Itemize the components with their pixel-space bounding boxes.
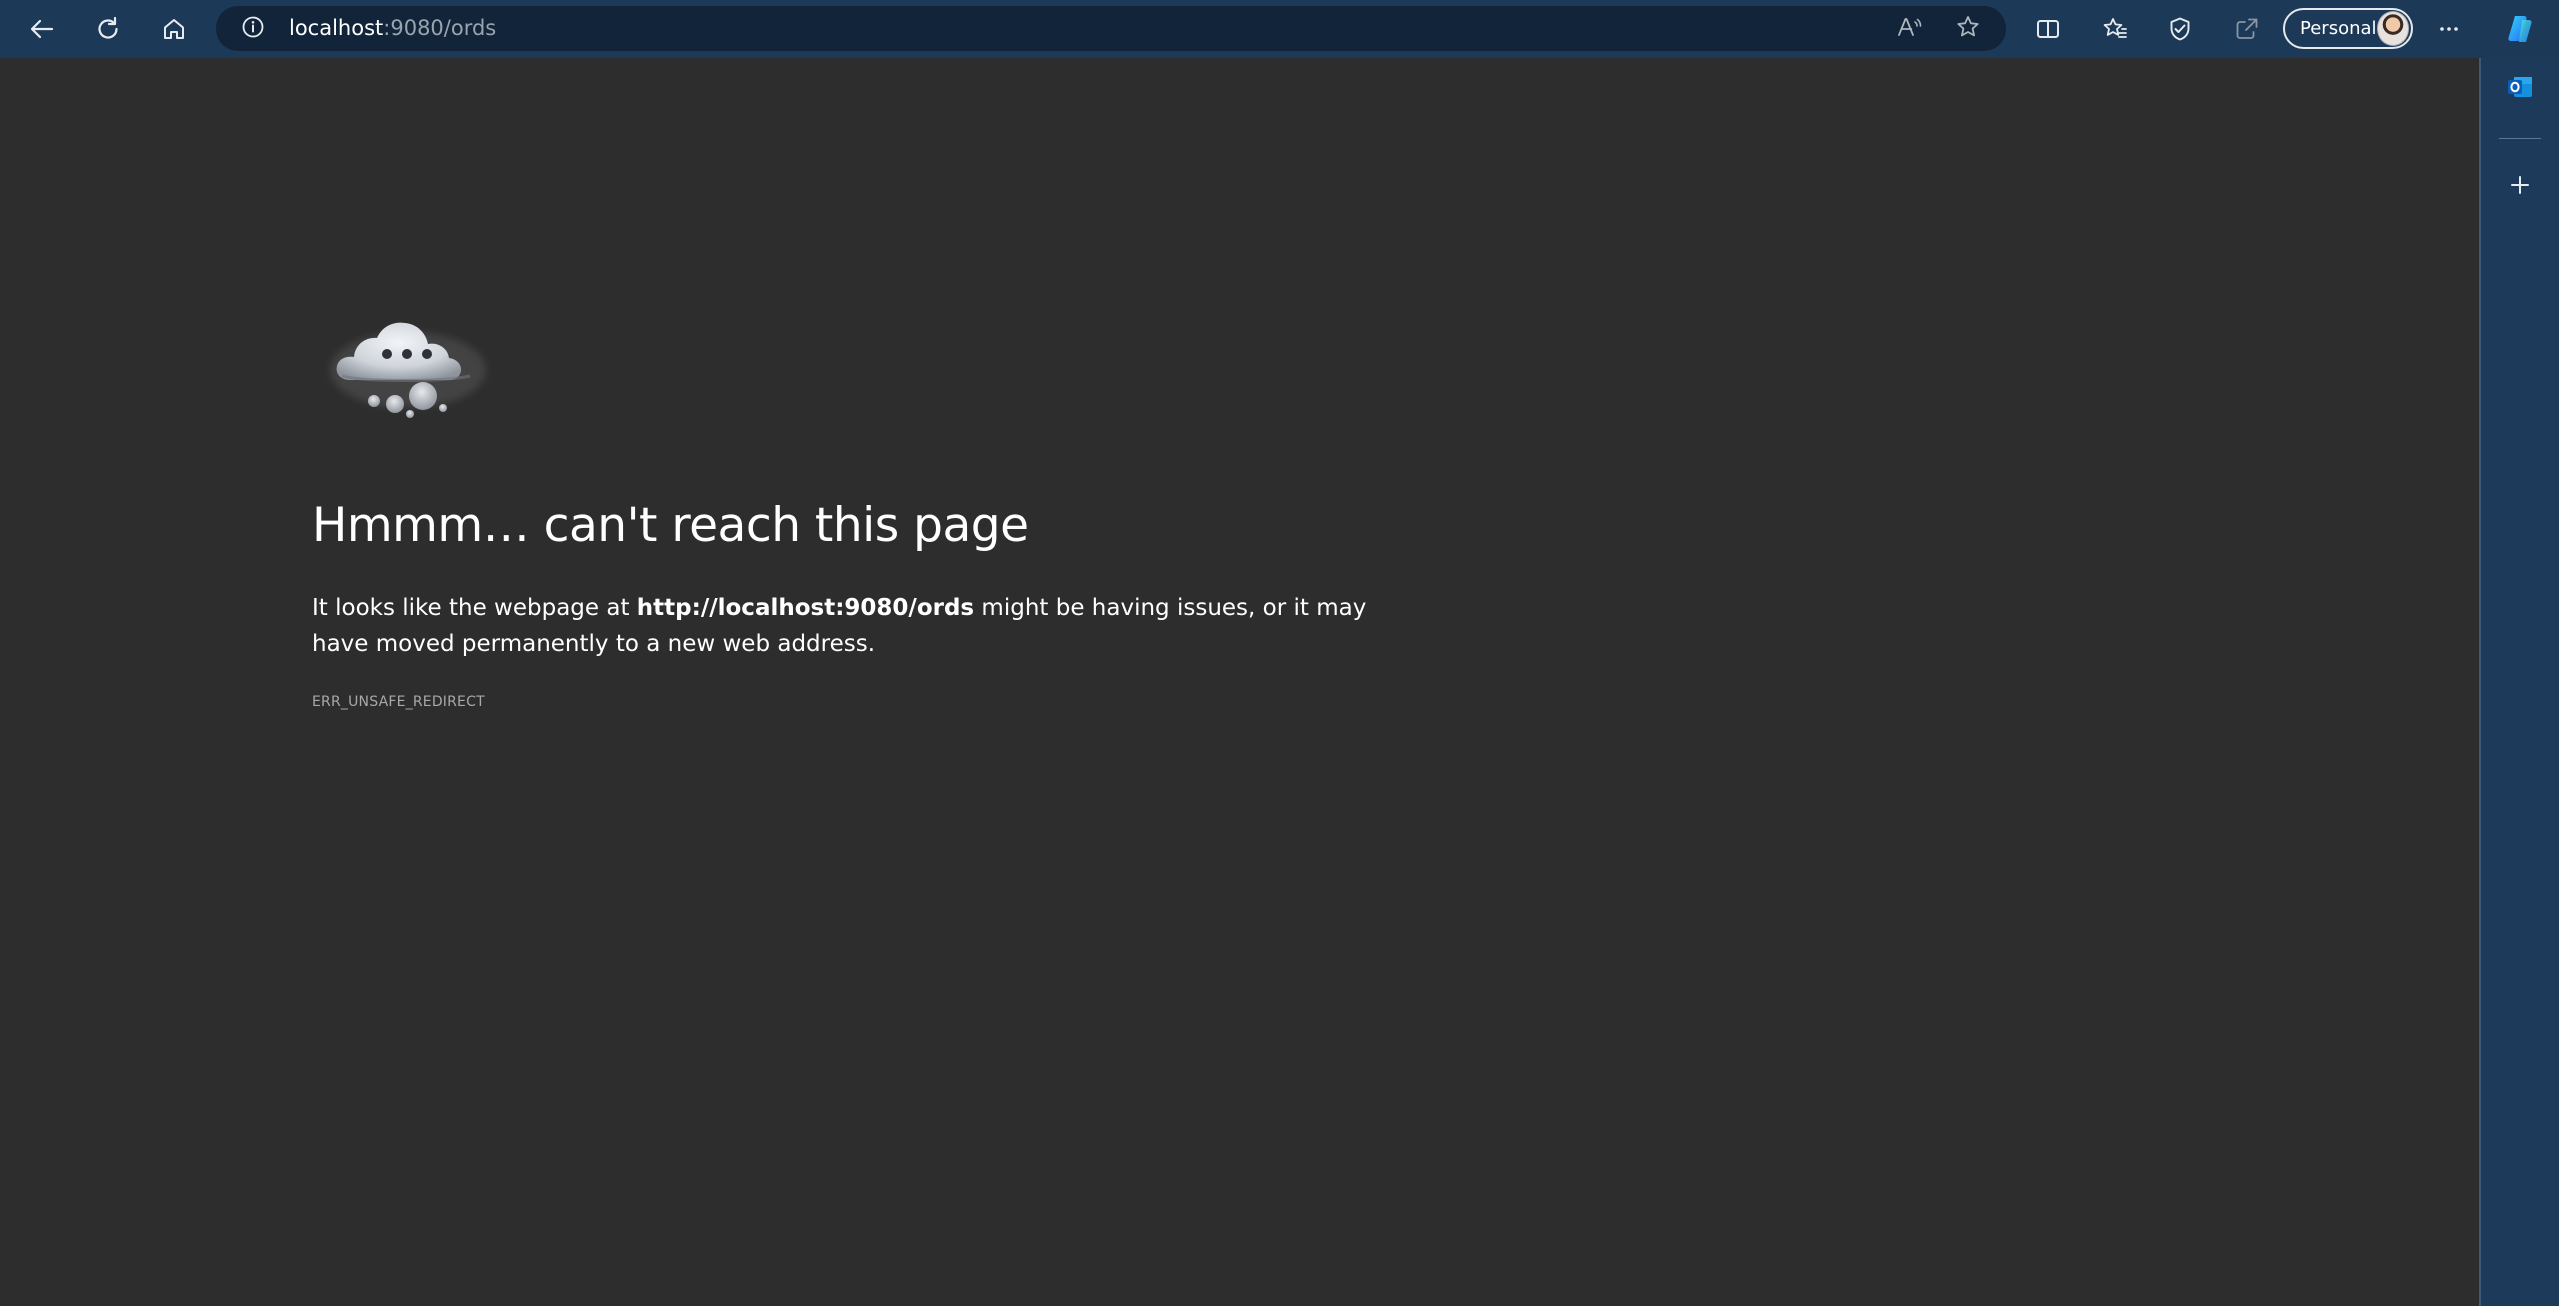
outlook-icon	[2505, 72, 2535, 106]
share-button[interactable]	[2225, 8, 2269, 50]
error-code: ERR_UNSAFE_REDIRECT	[312, 694, 485, 710]
browser-essentials-button[interactable]	[2158, 8, 2202, 50]
read-aloud-icon	[1895, 13, 1923, 45]
back-arrow-icon	[28, 15, 56, 43]
error-message-prefix: It looks like the webpage at	[312, 595, 637, 621]
split-screen-button[interactable]	[2026, 8, 2070, 50]
share-icon	[2233, 15, 2261, 43]
address-bar[interactable]: localhost:9080/ords	[216, 6, 2006, 51]
error-message-url: http://localhost:9080/ords	[636, 595, 975, 621]
error-message: It looks like the webpage at http://loca…	[312, 590, 1412, 662]
avatar	[2376, 11, 2409, 46]
back-button[interactable]	[20, 8, 64, 50]
profile-label: Personal	[2300, 18, 2377, 39]
favorites-icon	[2101, 15, 2129, 43]
address-path: :9080/ords	[383, 16, 497, 40]
plus-icon	[2507, 172, 2533, 202]
home-button[interactable]	[152, 8, 196, 50]
browser-toolbar: localhost:9080/ords Personal	[0, 0, 2559, 58]
refresh-icon	[94, 15, 122, 43]
favorite-button[interactable]	[1951, 12, 1985, 46]
star-icon	[1954, 13, 1982, 45]
address-host: localhost	[289, 16, 384, 40]
edge-sidebar	[2479, 58, 2559, 1306]
cloud-illustration	[320, 298, 500, 438]
home-icon	[160, 15, 188, 43]
refresh-button[interactable]	[86, 8, 130, 50]
favorites-button[interactable]	[2093, 8, 2137, 50]
split-screen-icon	[2034, 15, 2062, 43]
browser-essentials-icon	[2166, 15, 2194, 43]
info-icon	[240, 14, 266, 44]
read-aloud-button[interactable]	[1892, 12, 1926, 46]
page-title: Hmmm… can't reach this page	[312, 498, 1029, 553]
address-text[interactable]: localhost:9080/ords	[289, 6, 496, 51]
profile-button[interactable]: Personal	[2283, 8, 2413, 49]
site-info-button[interactable]	[238, 14, 268, 44]
add-sidebar-app-button[interactable]	[2497, 164, 2543, 210]
copilot-icon	[2502, 11, 2538, 47]
page-content: Hmmm… can't reach this page It looks lik…	[0, 58, 2479, 1306]
sidebar-divider	[2499, 138, 2541, 139]
more-icon	[2435, 15, 2463, 43]
outlook-button[interactable]	[2497, 66, 2543, 112]
copilot-button[interactable]	[2498, 8, 2542, 50]
more-button[interactable]	[2427, 8, 2471, 50]
